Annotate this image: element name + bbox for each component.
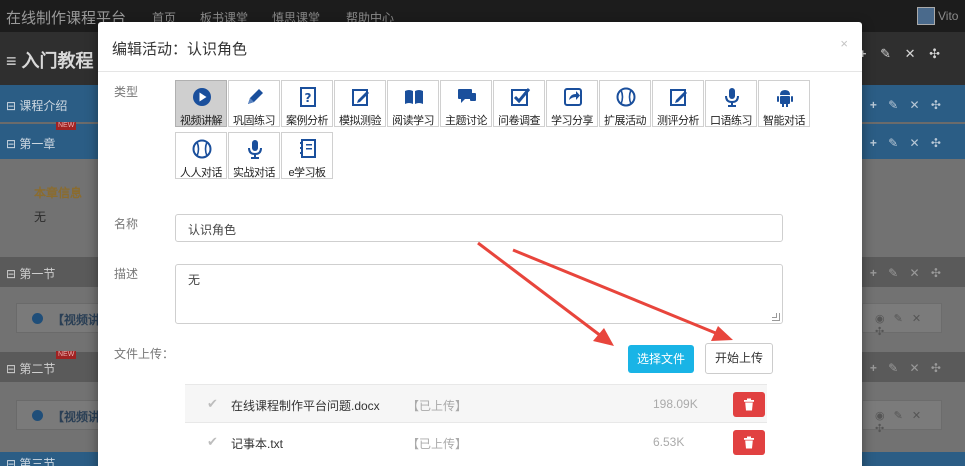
question-file-icon: ? — [300, 87, 316, 107]
type-option-survey[interactable]: 问卷调查 — [493, 80, 545, 127]
new-badge: NEW — [56, 351, 77, 359]
type-label-text: 问卷调查 — [498, 115, 541, 127]
outline-section3-label: ⊟ 第三节 — [6, 457, 56, 466]
item-tools[interactable]: ◉ ✎ ✕ ✣ — [862, 400, 942, 435]
file-name: 在线课程制作平台问题.docx — [231, 399, 380, 413]
list-item-label: 【视频讲 — [52, 410, 101, 424]
avatar[interactable] — [917, 7, 935, 25]
type-label-text: 测评分析 — [657, 115, 700, 127]
description-textarea[interactable]: 无 — [175, 264, 783, 324]
type-option-live-dialog[interactable]: 实战对话 — [228, 132, 280, 179]
type-label-text: 智能对话 — [763, 115, 806, 127]
type-label-text: 扩展活动 — [604, 115, 647, 127]
course-tools[interactable]: + ✎ ✕ ✣ — [859, 46, 945, 62]
type-label-text: 主题讨论 — [445, 115, 488, 127]
file-size: 198.09K — [653, 397, 698, 411]
type-option-quiz[interactable]: 模拟测验 — [334, 80, 386, 127]
outline-section2-label: ⊟ 第二节 — [6, 362, 56, 376]
outline-row-tools[interactable]: + ✎ ✕ ✣ — [870, 266, 945, 280]
type-label-text: e学习板 — [288, 167, 326, 179]
notebook-icon — [300, 139, 316, 158]
type-option-e-board[interactable]: e学习板 — [281, 132, 333, 179]
type-option-oral[interactable]: 口语练习 — [705, 80, 757, 127]
type-label-text: 巩固练习 — [233, 115, 276, 127]
android-robot-icon — [777, 90, 793, 107]
chapter-info-label: 本章信息 — [34, 186, 83, 200]
file-status: 【已上传】 — [407, 437, 468, 451]
type-option-smart-dialog[interactable]: 智能对话 — [758, 80, 810, 127]
type-option-practice[interactable]: 巩固练习 — [228, 80, 280, 127]
item-tools[interactable]: ◉ ✎ ✕ ✣ — [862, 303, 942, 338]
microphone-icon — [248, 140, 262, 159]
name-input[interactable]: 认识角色 — [175, 214, 783, 242]
edit-doc-icon — [352, 89, 369, 106]
outline-section1-label: ⊟ 第一节 — [6, 267, 56, 281]
type-option-assessment[interactable]: 测评分析 — [652, 80, 704, 127]
outline-intro-label: ⊟ 课程介绍 — [6, 99, 68, 113]
list-item-label: 【视频讲 — [52, 313, 101, 327]
close-icon[interactable]: × — [840, 36, 848, 51]
type-label-text: 学习分享 — [551, 115, 594, 127]
checkbox-icon — [511, 88, 531, 106]
resize-handle-icon[interactable] — [772, 313, 780, 321]
check-icon: ✔ — [207, 396, 218, 411]
choose-file-button[interactable]: 选择文件 — [628, 345, 694, 373]
microphone-icon — [725, 88, 739, 107]
type-option-case[interactable]: ? 案例分析 — [281, 80, 333, 127]
baseball-icon — [192, 139, 212, 159]
file-name: 记事本.txt — [231, 437, 284, 451]
type-option-reading[interactable]: 阅读学习 — [387, 80, 439, 127]
check-icon: ✔ — [207, 434, 218, 449]
item-tools-icons[interactable]: ◉ ✎ ✕ ✣ — [875, 409, 941, 435]
play-icon — [32, 410, 43, 421]
type-option-share[interactable]: 学习分享 — [546, 80, 598, 127]
file-size: 6.53K — [653, 435, 685, 449]
trash-icon — [744, 436, 754, 449]
file-upload-label: 文件上传： — [114, 347, 175, 361]
edit-doc-icon — [670, 89, 687, 106]
file-status: 【已上传】 — [407, 399, 468, 413]
type-label-text: 实战对话 — [233, 167, 276, 179]
type-label: 类型 — [114, 85, 139, 99]
share-icon — [564, 88, 582, 106]
outline-row-tools[interactable]: + ✎ ✕ ✣ — [870, 361, 945, 375]
type-label-text: 视频讲解 — [180, 115, 223, 127]
type-label-text: 阅读学习 — [392, 115, 435, 127]
type-option-discussion[interactable]: 主题讨论 — [440, 80, 492, 127]
item-tools-icons[interactable]: ◉ ✎ ✕ ✣ — [875, 312, 941, 338]
delete-file-button[interactable] — [733, 430, 765, 455]
type-label-text: 人人对话 — [180, 167, 223, 179]
svg-text:?: ? — [305, 91, 312, 105]
baseball-icon — [616, 87, 636, 107]
type-option-video[interactable]: 视频讲解 — [175, 80, 227, 127]
modal-header: 编辑活动：认识角色 × — [98, 22, 862, 72]
file-list-row: ✔ 记事本.txt 【已上传】 6.53K — [185, 422, 767, 460]
type-label-text: 模拟测验 — [339, 115, 382, 127]
chapter-info-value: 无 — [34, 210, 47, 224]
type-option-peer-dialog[interactable]: 人人对话 — [175, 132, 227, 179]
delete-file-button[interactable] — [733, 392, 765, 417]
modal-title: 编辑活动：认识角色 — [112, 41, 248, 58]
course-title: ≡ 入门教程 — [6, 51, 94, 71]
name-label: 名称 — [114, 217, 139, 231]
outline-row-tools[interactable]: + ✎ ✕ ✣ — [870, 98, 945, 112]
trash-icon — [744, 398, 754, 411]
file-list-row: ✔ 在线课程制作平台问题.docx 【已上传】 198.09K — [185, 384, 767, 422]
start-upload-button[interactable]: 开始上传 — [705, 343, 773, 374]
book-icon — [405, 90, 423, 104]
type-label-text: 案例分析 — [286, 115, 329, 127]
play-circle-icon — [193, 88, 211, 106]
outline-row-tools[interactable]: + ✎ ✕ ✣ — [870, 136, 945, 150]
edit-activity-modal: 编辑活动：认识角色 × 类型 视频讲解 巩固练习 ? 案例分析 模拟测验 阅读学… — [98, 22, 862, 466]
description-text: 无 — [188, 273, 201, 287]
pencil-icon — [248, 89, 263, 104]
type-label-text: 口语练习 — [710, 115, 753, 127]
user-name[interactable]: Vito — [938, 9, 958, 23]
new-badge: NEW — [56, 122, 77, 130]
outline-chapter1-label: ⊟ 第一章 — [6, 137, 56, 151]
chat-bubble-icon — [458, 89, 476, 103]
play-icon — [32, 313, 43, 324]
description-label: 描述 — [114, 267, 139, 281]
type-option-extension[interactable]: 扩展活动 — [599, 80, 651, 127]
